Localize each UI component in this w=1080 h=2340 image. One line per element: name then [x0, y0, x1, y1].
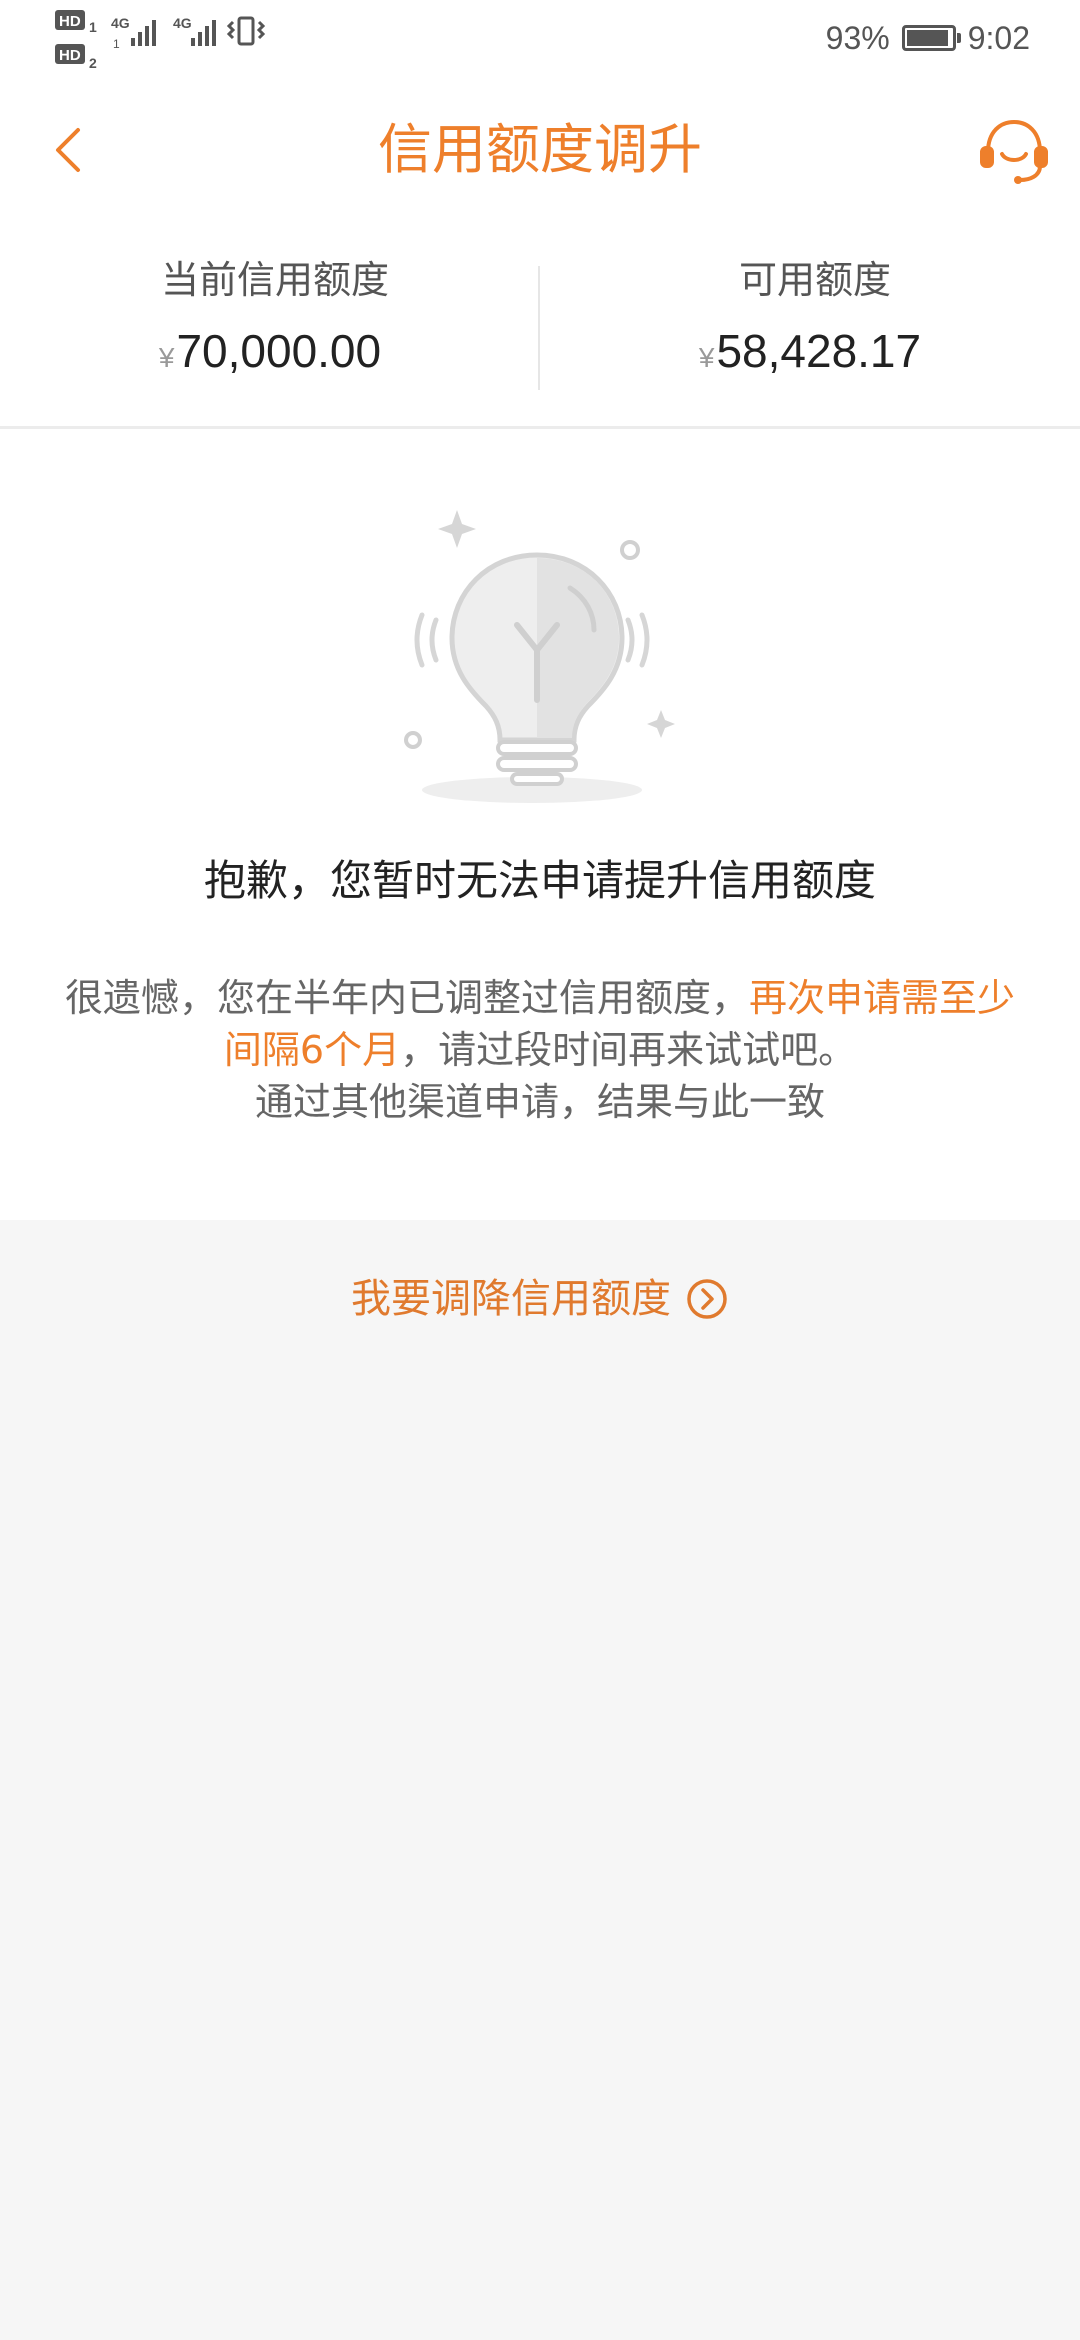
description-channel-note: 通过其他渠道申请，结果与此一致	[254, 1080, 825, 1124]
current-limit-amount: 70,000.00	[176, 325, 382, 377]
lightbulb-icon	[404, 510, 675, 803]
svg-text:4G: 4G	[111, 15, 130, 31]
reduce-credit-label[interactable]: 我要调降信用额度	[351, 1264, 671, 1334]
hd-2-icon: HD 2	[55, 44, 97, 71]
description-text-continued: ，请过段时间再来试试吧。	[400, 1028, 857, 1072]
clock: 9:02	[967, 19, 1030, 56]
reduce-credit-link[interactable]: 我要调降信用额度	[0, 1264, 1080, 1334]
battery-percent: 93%	[825, 19, 890, 56]
available-limit-label: 可用额度	[738, 258, 891, 302]
section-divider	[0, 426, 1080, 429]
description-text: 很遗憾，您在半年内已调整过信用额度，	[64, 976, 749, 1020]
svg-text:1: 1	[113, 37, 120, 51]
error-title: 抱歉，您暂时无法申请提升信用额度	[203, 856, 876, 905]
svg-text:1: 1	[89, 19, 97, 35]
currency-symbol: ¥	[158, 342, 175, 373]
currency-symbol: ¥	[698, 342, 715, 373]
signal-4g-2-icon: 4G	[173, 15, 216, 46]
available-credit: 可用额度 ¥58,428.17	[540, 250, 1080, 393]
battery-icon	[901, 25, 961, 51]
vibrate-icon	[226, 16, 266, 46]
svg-text:2: 2	[89, 55, 97, 71]
credit-summary: 当前信用额度 ¥70,000.00 可用额度 ¥58,428.17	[0, 250, 1080, 390]
svg-text:HD: HD	[59, 13, 81, 30]
svg-text:4G: 4G	[173, 15, 192, 31]
signal-4g-1-icon: 4G 1	[111, 15, 156, 51]
hd-1-icon: HD 1	[55, 10, 97, 35]
current-limit-label: 当前信用额度	[160, 258, 389, 302]
error-description: 很遗憾，您在半年内已调整过信用额度，再次申请需至少间隔6个月，请过段时间再来试试…	[60, 972, 1020, 1128]
status-icons-left: HD 1 HD 2 4G 1 4G	[55, 10, 266, 71]
available-limit-value: ¥58,428.17	[540, 316, 1080, 393]
status-bar: HD 1 HD 2 4G 1 4G 93% 9:02	[0, 0, 1080, 80]
page-title: 信用额度调升	[378, 118, 702, 181]
available-limit-amount: 58,428.17	[716, 325, 922, 377]
circle-chevron-right-icon[interactable]	[685, 1277, 729, 1321]
svg-text:HD: HD	[59, 47, 81, 64]
customer-service-icon[interactable]	[974, 110, 1054, 190]
app-header: 信用额度调升	[0, 90, 1080, 210]
current-limit-value: ¥70,000.00	[0, 316, 540, 393]
current-credit-limit: 当前信用额度 ¥70,000.00	[0, 250, 540, 393]
